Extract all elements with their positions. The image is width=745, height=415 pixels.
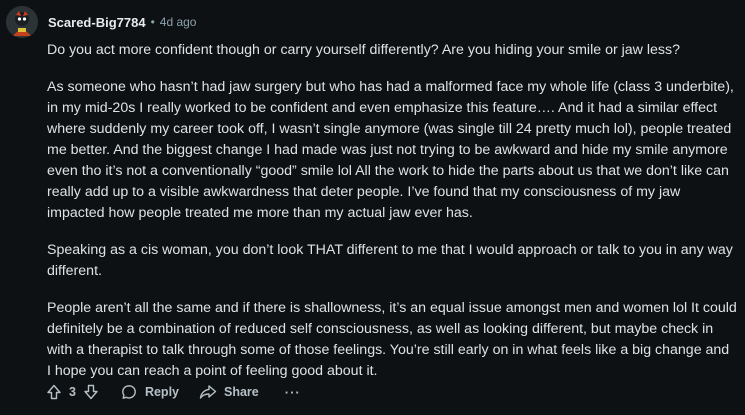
reply-button[interactable]: Reply: [120, 383, 179, 401]
comment-paragraph: Do you act more confident though or carr…: [47, 42, 680, 58]
share-label: Share: [224, 385, 259, 399]
more-options-button[interactable]: ···: [285, 385, 301, 400]
share-arrow-icon: [199, 383, 217, 401]
reply-label: Reply: [144, 385, 179, 399]
vote-controls: 3: [45, 383, 100, 401]
comment-paragraph: As someone who hasn’t had jaw surgery bu…: [47, 79, 734, 221]
comment-paragraph: People aren’t all the same and if there …: [47, 300, 737, 379]
timestamp[interactable]: 4d ago: [160, 15, 197, 29]
comment: Scared-Big7784 • 4d ago Do you act more …: [0, 0, 745, 415]
comment-action-bar: 3 Reply Share ···: [45, 380, 301, 404]
vote-count: 3: [69, 385, 76, 399]
meta-separator: •: [150, 15, 155, 29]
comment-paragraph: Speaking as a cis woman, you don’t look …: [47, 242, 733, 279]
downvote-arrow-icon[interactable]: [82, 383, 100, 401]
speech-bubble-icon: [120, 383, 138, 401]
username-link[interactable]: Scared-Big7784: [48, 15, 146, 30]
share-button[interactable]: Share: [199, 383, 259, 401]
user-avatar[interactable]: [6, 6, 38, 38]
comment-body: Do you act more confident though or carr…: [47, 40, 737, 398]
upvote-arrow-icon[interactable]: [45, 383, 63, 401]
comment-header: Scared-Big7784 • 4d ago: [6, 6, 196, 38]
